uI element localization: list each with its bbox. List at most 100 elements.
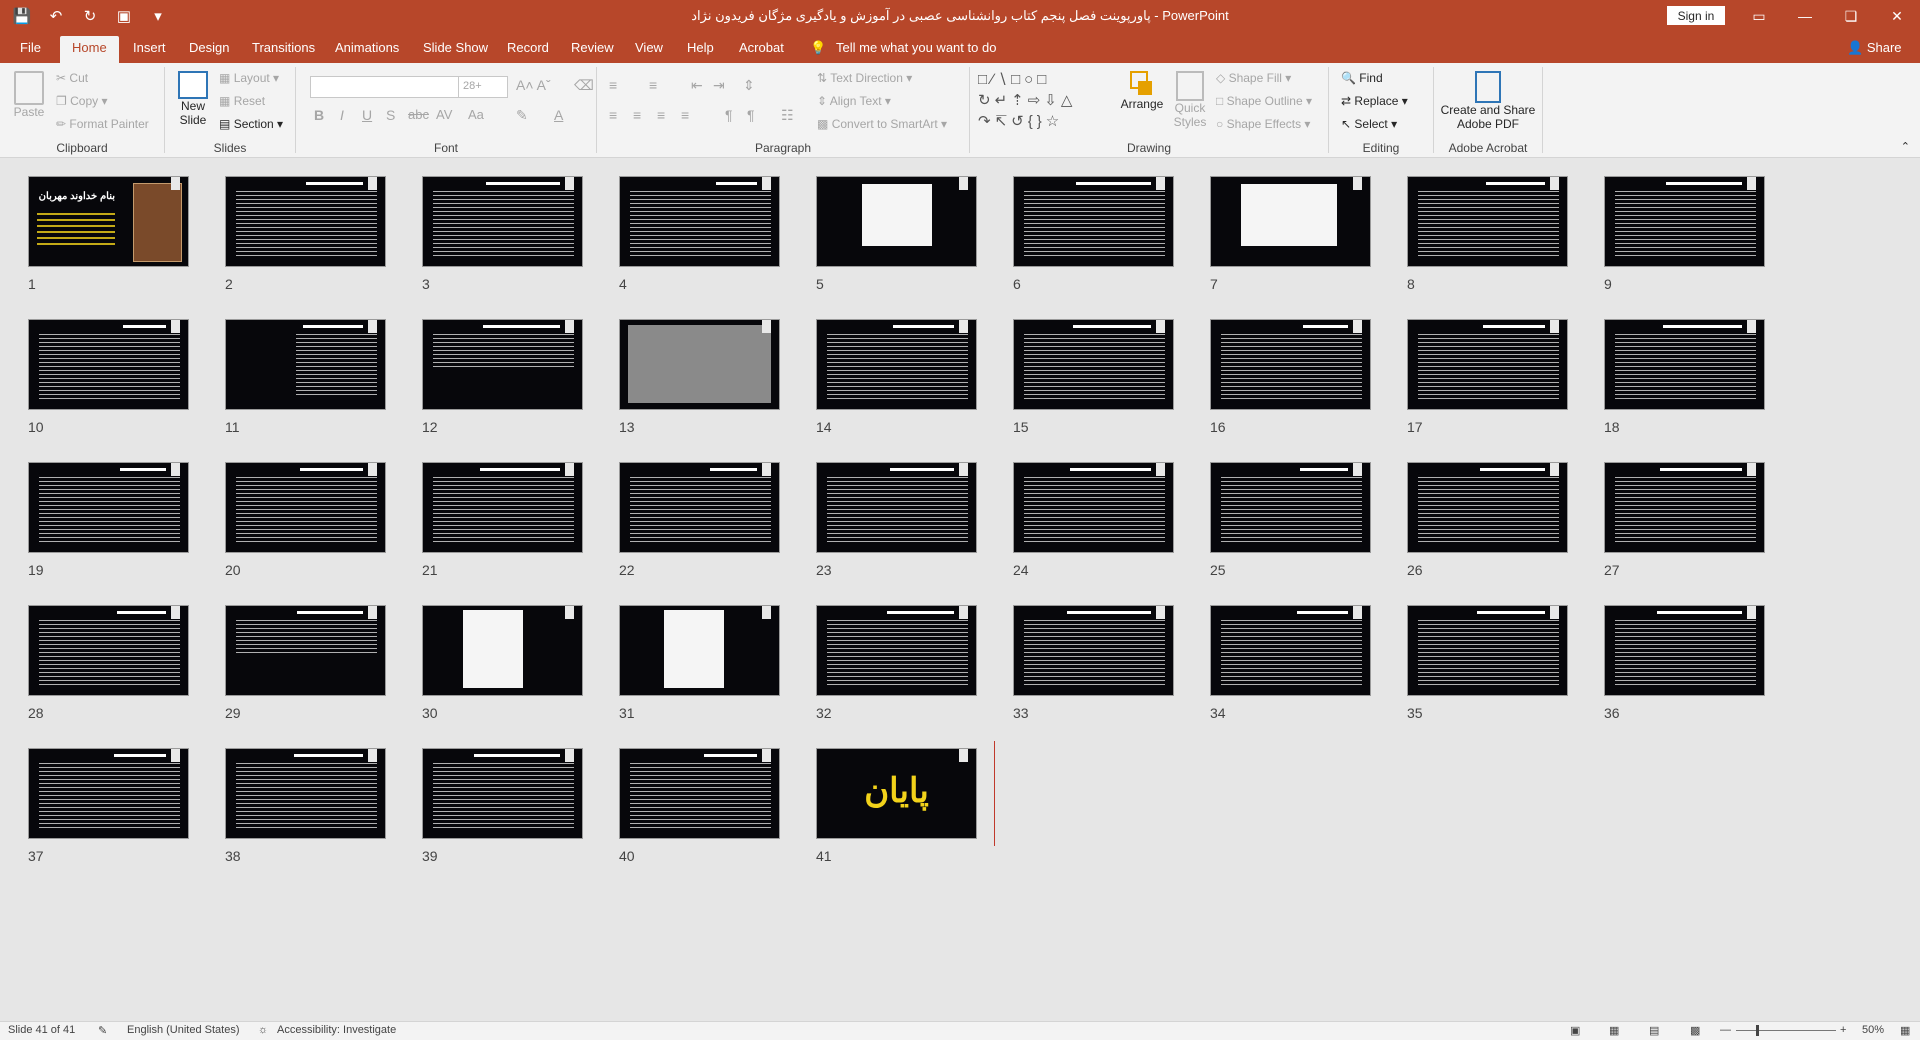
language-indicator[interactable]: English (United States) [127,1024,240,1036]
slide-thumbnail[interactable] [619,176,780,267]
clear-format-icon[interactable]: ⌫ [574,77,594,94]
slide-thumbnail[interactable] [28,605,189,696]
tab-acrobat[interactable]: Acrobat [739,40,784,55]
increase-indent-icon[interactable]: ⇥ [713,77,725,94]
slide-thumbnail[interactable] [1407,176,1568,267]
copy-button[interactable]: ❐ Copy ▾ [56,94,107,108]
slide-thumbnail[interactable] [619,462,780,553]
tab-slide-show[interactable]: Slide Show [423,40,488,55]
highlight-icon[interactable]: ✎ [516,107,528,124]
slide-thumbnail[interactable] [619,748,780,839]
create-share-pdf-button[interactable]: Create and Share Adobe PDF [1438,71,1538,131]
zoom-level[interactable]: 50% [1862,1024,1884,1036]
slide-thumbnail[interactable] [816,605,977,696]
justify-icon[interactable]: ≡ [681,107,689,123]
slide-thumbnail[interactable] [619,605,780,696]
tab-file[interactable]: File [20,40,41,55]
slide-thumbnail[interactable] [816,462,977,553]
accessibility-status[interactable]: Accessibility: Investigate [277,1024,396,1036]
slide-thumbnail[interactable] [225,605,386,696]
minimize-icon[interactable]: — [1782,0,1828,32]
tab-view[interactable]: View [635,40,663,55]
slide-thumbnail[interactable] [422,748,583,839]
tell-me-search[interactable]: Tell me what you want to do [836,40,996,55]
strikethrough-icon[interactable]: abc [408,107,429,122]
slide-thumbnail[interactable] [1210,462,1371,553]
slide-sorter-view-icon[interactable]: ▦ [1609,1024,1619,1037]
columns-icon[interactable]: ☷ [781,107,794,124]
font-size-input[interactable]: 28+ [458,76,508,98]
convert-smartart-button[interactable]: ▩ Convert to SmartArt ▾ [817,117,947,131]
align-text-button[interactable]: ⇕ Align Text ▾ [817,94,891,108]
slide-thumbnail[interactable] [225,176,386,267]
slide-thumbnail[interactable] [422,319,583,410]
increase-font-icon[interactable]: A˄ Aˇ [516,77,551,93]
arrange-button[interactable]: Arrange [1120,71,1164,111]
spacing-icon[interactable]: AV [436,107,452,122]
change-case-icon[interactable]: Aa [468,107,484,122]
slideshow-view-icon[interactable]: ▩ [1690,1024,1700,1037]
shape-fill-button[interactable]: ◇ Shape Fill ▾ [1216,71,1291,85]
slide-thumbnail[interactable] [1210,176,1371,267]
layout-button[interactable]: ▦ Layout ▾ [219,71,279,85]
slide-thumbnail[interactable] [1013,605,1174,696]
ribbon-display-icon[interactable]: ▭ [1736,0,1782,32]
accessibility-icon[interactable]: ☼ [258,1024,268,1036]
slide-thumbnail[interactable] [816,319,977,410]
align-right-icon[interactable]: ≡ [657,107,665,123]
align-left-icon[interactable]: ≡ [609,107,617,123]
slide-thumbnail[interactable] [1210,605,1371,696]
fit-to-window-icon[interactable]: ▦ [1900,1024,1910,1037]
bold-icon[interactable]: B [314,107,324,123]
slide-thumbnail[interactable] [225,319,386,410]
slide-thumbnail[interactable] [28,319,189,410]
slide-thumbnail[interactable] [225,748,386,839]
slide-thumbnail[interactable] [422,605,583,696]
slide-thumbnail[interactable] [1013,462,1174,553]
select-button[interactable]: ↖ Select ▾ [1341,117,1397,131]
find-button[interactable]: 🔍 Find [1341,71,1383,85]
zoom-slider[interactable] [1736,1025,1836,1036]
collapse-ribbon-icon[interactable]: ⌃ [1901,140,1910,153]
tab-animations[interactable]: Animations [335,40,399,55]
replace-button[interactable]: ⇄ Replace ▾ [1341,94,1408,108]
slide-thumbnail[interactable] [1013,319,1174,410]
notes-check-icon[interactable]: ✎ [98,1024,107,1037]
zoom-out-icon[interactable]: — [1720,1024,1731,1036]
normal-view-icon[interactable]: ▣ [1570,1024,1580,1037]
shape-effects-button[interactable]: ○ Shape Effects ▾ [1216,117,1310,131]
tab-transitions[interactable]: Transitions [252,40,315,55]
slide-thumbnail[interactable] [619,319,780,410]
shape-outline-button[interactable]: □ Shape Outline ▾ [1216,94,1312,108]
numbering-icon[interactable]: ≡ [649,77,657,93]
share-button[interactable]: 👤 Share [1847,40,1902,56]
slide-thumbnail[interactable] [1407,605,1568,696]
slide-thumbnail[interactable]: پایان [816,748,977,839]
zoom-in-icon[interactable]: + [1840,1024,1846,1036]
new-slide-button[interactable]: New Slide [175,71,211,127]
slide-thumbnail[interactable] [422,462,583,553]
tab-help[interactable]: Help [687,40,714,55]
slide-thumbnail[interactable]: بنام خداوند مهربان [28,176,189,267]
cut-button[interactable]: ✂ Cut [56,71,88,85]
slide-thumbnail[interactable] [816,176,977,267]
reading-view-icon[interactable]: ▤ [1649,1024,1659,1037]
tab-record[interactable]: Record [507,40,549,55]
slide-thumbnail[interactable] [1210,319,1371,410]
shadow-icon[interactable]: S [386,107,395,123]
ltr-icon[interactable]: ¶ [747,107,755,123]
bullets-icon[interactable]: ≡ [609,77,617,93]
slide-thumbnail[interactable] [1407,319,1568,410]
rtl-icon[interactable]: ¶ [725,107,733,123]
quick-styles-button[interactable]: Quick Styles [1168,71,1212,129]
tab-review[interactable]: Review [571,40,614,55]
zoom-thumb[interactable] [1756,1025,1759,1036]
slide-thumbnail[interactable] [1013,176,1174,267]
slide-thumbnail[interactable] [1407,462,1568,553]
slide-thumbnail[interactable] [28,462,189,553]
sign-in-button[interactable]: Sign in [1667,6,1725,25]
font-color-icon[interactable]: A [554,107,563,123]
slide-thumbnail[interactable] [1604,176,1765,267]
slide-thumbnail[interactable] [1604,605,1765,696]
section-button[interactable]: ▤ Section ▾ [219,117,283,131]
